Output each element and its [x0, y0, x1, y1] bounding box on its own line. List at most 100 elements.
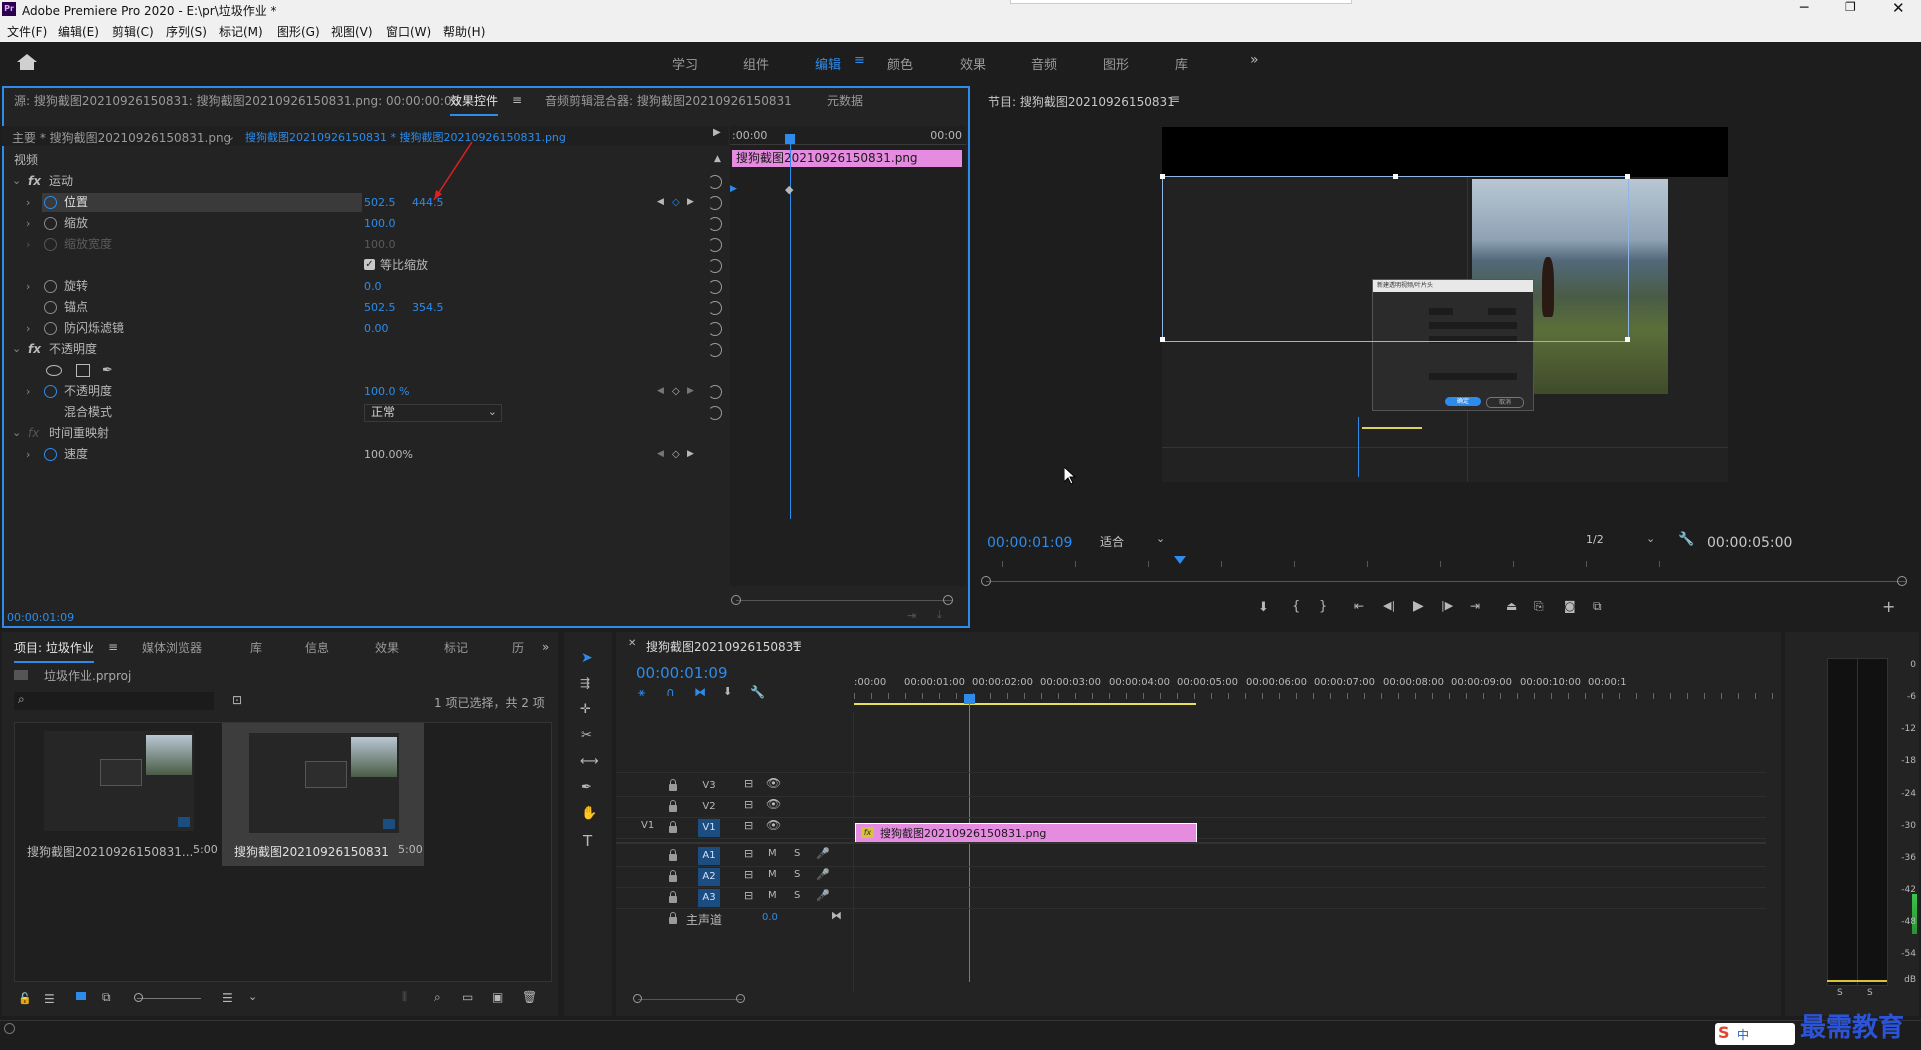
- list-view-icon[interactable]: ☰: [44, 992, 55, 1006]
- workspace-menu-icon[interactable]: ≡: [854, 53, 865, 68]
- more-tabs-icon[interactable]: »: [542, 640, 549, 654]
- export-frame-icon[interactable]: ⇥: [907, 609, 916, 622]
- hand-tool-icon[interactable]: ✋: [581, 806, 597, 821]
- program-zoom-left-handle[interactable]: [981, 576, 991, 586]
- speed-expand-icon[interactable]: ›: [26, 444, 30, 465]
- a1-voiceover-mic-icon[interactable]: 🎤: [816, 847, 830, 860]
- meter-solo-right[interactable]: S: [1867, 988, 1873, 998]
- menu-file[interactable]: 文件(F): [7, 23, 47, 40]
- program-menu-icon[interactable]: ≡: [1170, 92, 1180, 106]
- ripple-edit-tool-icon[interactable]: ✛: [580, 702, 591, 717]
- speed-next-keyframe-icon[interactable]: ▶: [687, 444, 694, 465]
- thumbnail-slider-handle[interactable]: [134, 993, 143, 1002]
- a3-mute[interactable]: M: [768, 890, 777, 901]
- v1-source-patch[interactable]: V1: [641, 820, 654, 831]
- a3-voiceover-mic-icon[interactable]: 🎤: [816, 889, 830, 902]
- program-timecode[interactable]: 00:00:01:09: [987, 535, 1072, 551]
- workspace-tab-effects[interactable]: 效果: [960, 54, 986, 73]
- add-marker-timeline-icon[interactable]: ⬇: [723, 685, 732, 698]
- thumbnail-size-slider[interactable]: [137, 998, 201, 999]
- project-item-2[interactable]: 搜狗截图20210926150831 5:00: [222, 723, 424, 866]
- effect-mini-timeline[interactable]: :00:00 00:00 搜狗截图20210926150831.png ▶ ◆: [730, 126, 966, 586]
- v2-lock-icon[interactable]: [669, 800, 677, 812]
- workspace-tab-learn[interactable]: 学习: [672, 54, 698, 73]
- speed-stopwatch-icon[interactable]: [44, 448, 57, 461]
- speed-value[interactable]: 100.00%: [364, 444, 413, 465]
- opacity-reset-icon[interactable]: [708, 385, 722, 399]
- v3-target[interactable]: V3: [698, 777, 720, 795]
- timeline-playhead-head[interactable]: [964, 694, 975, 704]
- sort-dropdown-icon[interactable]: ⌄: [248, 990, 257, 1003]
- v1-sync-icon[interactable]: ⊟: [744, 819, 753, 832]
- zoom-select[interactable]: 适合 ⌄: [1096, 532, 1170, 550]
- property-speed[interactable]: › 速度 100.00% ◀ ◇ ▶: [2, 444, 728, 465]
- v1-eye-icon[interactable]: 👁: [766, 818, 781, 832]
- transform-handle-ml[interactable]: [1160, 337, 1165, 342]
- extract-icon[interactable]: ⎘: [1534, 599, 1544, 614]
- export-frame-camera-icon[interactable]: ◙: [1564, 599, 1576, 613]
- automate-sequence-icon[interactable]: ⫼: [402, 990, 407, 1004]
- v2-eye-icon[interactable]: 👁: [766, 797, 781, 811]
- add-marker-icon[interactable]: ⬇: [1258, 600, 1269, 615]
- track-a1[interactable]: A1 ⊟ M S 🎤: [616, 845, 1766, 867]
- mini-zoom-left-handle[interactable]: [731, 595, 741, 605]
- a2-target[interactable]: A2: [698, 868, 720, 886]
- insert-nest-icon[interactable]: ⚹: [638, 685, 645, 700]
- track-v2[interactable]: V2 ⊟ 👁: [616, 796, 1766, 818]
- a1-mute[interactable]: M: [768, 848, 777, 859]
- a2-mute[interactable]: M: [768, 869, 777, 880]
- a3-lock-icon[interactable]: [669, 891, 677, 903]
- slip-tool-icon[interactable]: ⟷: [580, 754, 599, 769]
- timeline-zoom-right-handle[interactable]: [736, 994, 745, 1003]
- clear-trash-icon[interactable]: 🗑: [522, 990, 537, 1004]
- workspace-tab-audio[interactable]: 音频: [1031, 54, 1057, 73]
- selection-tool-icon[interactable]: ➤: [581, 650, 593, 666]
- video-frame[interactable]: 新建透明视频/叶片头 确定 取消: [1160, 127, 1728, 482]
- master-go-to-end-icon[interactable]: ⧓: [831, 909, 842, 922]
- menu-markers[interactable]: 标记(M): [219, 23, 263, 40]
- v2-sync-icon[interactable]: ⊟: [744, 798, 753, 811]
- project-item-1[interactable]: 搜狗截图20210926150831... 5:00: [17, 725, 219, 860]
- sequence-menu-icon[interactable]: ≡: [792, 637, 802, 651]
- step-back-icon[interactable]: ◀|: [1383, 599, 1395, 612]
- v2-target[interactable]: V2: [698, 798, 720, 816]
- track-v3[interactable]: V3 ⊟ 👁: [616, 775, 1766, 797]
- workspace-tab-assembly[interactable]: 组件: [743, 54, 769, 73]
- menu-window[interactable]: 窗口(W): [386, 23, 431, 40]
- a1-sync-icon[interactable]: ⊟: [744, 847, 753, 860]
- timeline-ruler[interactable]: :00:00 00:00:01:00 00:00:02:00 00:00:03:…: [854, 677, 1774, 707]
- mark-out-icon[interactable]: }: [1319, 599, 1327, 614]
- tab-markers[interactable]: 标记: [444, 635, 468, 661]
- tab-project[interactable]: 项目: 垃圾作业: [14, 635, 94, 663]
- transform-handle-tm[interactable]: [1393, 174, 1398, 179]
- program-zoom-right-handle[interactable]: [1897, 576, 1907, 586]
- snap-magnet-icon[interactable]: ∩: [666, 685, 675, 699]
- master-volume[interactable]: 0.0: [762, 912, 778, 923]
- timeline-zoom-left-handle[interactable]: [633, 994, 642, 1003]
- track-master[interactable]: 主声道 0.0 ⧓: [616, 908, 1766, 929]
- write-protect-lock-icon[interactable]: 🔓: [18, 992, 32, 1005]
- v3-eye-icon[interactable]: 👁: [766, 776, 781, 790]
- program-playhead-icon[interactable]: [1174, 556, 1186, 564]
- new-bin-from-search-icon[interactable]: ⊡: [232, 693, 242, 707]
- tab-libraries[interactable]: 库: [250, 635, 262, 661]
- effect-time-remap[interactable]: ⌄ fx 时间重映射: [2, 423, 728, 444]
- menu-graphics[interactable]: 图形(G): [277, 23, 320, 40]
- work-area-bar[interactable]: [854, 703, 1196, 705]
- track-a2[interactable]: A2 ⊟ M S 🎤: [616, 866, 1766, 888]
- home-icon[interactable]: [17, 54, 37, 62]
- sort-icons-icon[interactable]: ☰: [222, 991, 233, 1005]
- track-a3[interactable]: A3 ⊟ M S 🎤: [616, 887, 1766, 909]
- mini-clip-bar[interactable]: 搜狗截图20210926150831.png: [732, 150, 962, 167]
- transform-handle-tl[interactable]: [1160, 174, 1165, 179]
- a2-lock-icon[interactable]: [669, 870, 677, 882]
- effect-timecode[interactable]: 00:00:01:09: [7, 611, 74, 624]
- workspace-tab-color[interactable]: 颜色: [887, 54, 913, 73]
- program-scrub-ruler[interactable]: [1002, 561, 1732, 567]
- timeline-zoom-scrollbar[interactable]: [638, 999, 742, 1000]
- workspace-tab-editing[interactable]: 编辑: [815, 54, 841, 73]
- v1-target[interactable]: V1: [698, 819, 720, 837]
- speed-add-keyframe-icon[interactable]: ◇: [672, 444, 680, 465]
- workspace-tab-libraries[interactable]: 库: [1175, 54, 1188, 73]
- project-menu-icon[interactable]: ≡: [108, 640, 118, 654]
